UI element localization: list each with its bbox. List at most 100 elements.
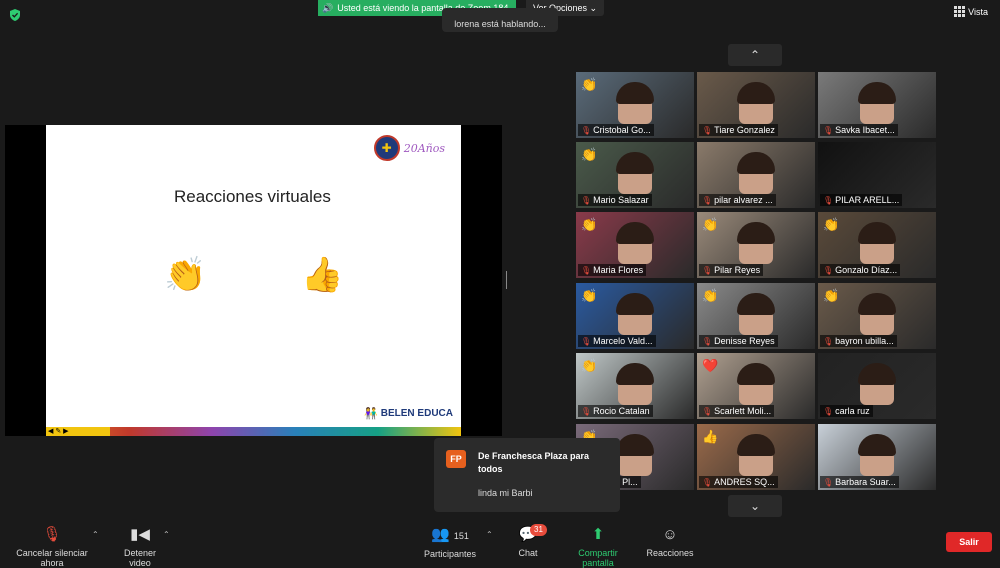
muted-mic-icon: 🎙 (702, 477, 713, 487)
muted-mic-icon: 🎙 (823, 195, 834, 205)
view-label: Vista (968, 6, 988, 17)
muted-mic-icon: 🎙 (581, 125, 592, 135)
muted-mic-icon: 🎙 (823, 406, 834, 416)
clap-reaction-icon: 👏 (702, 217, 719, 232)
participant-name: Gonzalo Díaz... (835, 265, 898, 275)
participant-tile[interactable]: 👏 🎙 Denisse Reyes (697, 283, 815, 349)
participant-name: Savka Ibacet... (835, 125, 895, 135)
participant-video (737, 434, 775, 476)
participants-count: 151 (453, 531, 469, 541)
participant-name-label: 🎙 carla ruz (820, 405, 873, 417)
participants-icon: 👥 151 (431, 526, 469, 543)
participant-name: Maria Flores (593, 265, 644, 275)
participant-name: carla ruz (835, 406, 870, 416)
clap-reaction-icon: 👏 (581, 358, 598, 373)
participant-video (858, 363, 896, 405)
participant-name: Tiare Gonzalez (714, 125, 775, 135)
participant-tile[interactable]: 🎙 Barbara Suar... (818, 424, 936, 490)
participant-name-label: 🎙 Mario Salazar (578, 194, 652, 206)
split-divider[interactable] (505, 271, 509, 289)
school-logo: ✚ 20Años (373, 135, 445, 161)
meeting-controls: 🎙 Cancelar silenciar ahora ⌃ ▮◀ Detener … (0, 520, 1000, 568)
participant-name-label: 🎙 PILAR ARELL... (820, 194, 903, 206)
participant-name-label: 🎙 Denisse Reyes (699, 335, 778, 347)
participant-tile[interactable]: 👏 🎙 Gonzalo Díaz... (818, 212, 936, 278)
participant-tile[interactable]: 👏 🎙 Pilar Reyes (697, 212, 815, 278)
presentation-slide: ✚ 20Años Reacciones virtuales 👏 👍 👫 BELE… (46, 125, 461, 436)
clapping-hands-icon: 👏 (164, 256, 207, 294)
muted-mic-icon: 🎙 (702, 125, 713, 135)
participant-name: Marcelo Vald... (593, 336, 653, 346)
participant-tile[interactable]: 🎙 Savka Ibacet... (818, 72, 936, 138)
unmute-label: Cancelar silenciar ahora (16, 548, 88, 568)
participant-name: Scarlett Moli... (714, 406, 772, 416)
muted-mic-icon: 🎙 (823, 336, 834, 346)
participant-tile[interactable]: 👏 🎙 Rocio Catalan (576, 353, 694, 419)
reactions-label: Reacciones (646, 548, 694, 558)
participants-label: Participantes (424, 549, 477, 559)
participant-name: bayron ubilla... (835, 336, 894, 346)
participant-video (858, 82, 896, 124)
speaking-text: lorena está hablando... (454, 19, 546, 29)
audio-options-caret[interactable]: ⌃ (92, 530, 99, 539)
active-speaker-indicator: lorena está hablando... (442, 8, 558, 32)
participant-video (737, 222, 775, 264)
participant-tile[interactable]: 👏 🎙 Cristobal Go... (576, 72, 694, 138)
participants-button[interactable]: 👥 151 Participantes (424, 526, 476, 559)
security-shield-icon[interactable] (8, 8, 22, 22)
share-screen-label: Compartir pantalla (578, 548, 618, 568)
participant-tile[interactable]: 👍 🎙 ANDRES SQ... (697, 424, 815, 490)
smiley-plus-icon: ☺ (662, 526, 678, 543)
gallery-next-button[interactable]: ⌄ (728, 495, 782, 517)
muted-mic-icon: 🎙 (581, 195, 592, 205)
reactions-button[interactable]: ☺ Reacciones (646, 526, 694, 558)
participant-tile[interactable]: 👏 🎙 bayron ubilla... (818, 283, 936, 349)
participant-tile[interactable]: ❤️ 🎙 Scarlett Moli... (697, 353, 815, 419)
gallery-prev-button[interactable]: ⌃ (728, 44, 782, 66)
participant-name: Mario Salazar (593, 195, 649, 205)
school-name: BELEN EDUCA (380, 408, 453, 419)
participant-name-label: 🎙 Rocio Catalan (578, 405, 653, 417)
participant-name-label: 🎙 Tiare Gonzalez (699, 124, 778, 136)
muted-mic-icon: 🎙 (581, 336, 592, 346)
video-camera-icon: ▮◀ (130, 526, 150, 543)
muted-mic-icon: 🎙 (42, 526, 62, 543)
leave-button[interactable]: Salir (946, 532, 992, 552)
chevron-down-icon: ⌄ (589, 3, 598, 13)
clap-reaction-icon: 👏 (702, 288, 719, 303)
participant-video (616, 222, 654, 264)
thumbs-up-icon: 👍 (301, 256, 344, 294)
muted-mic-icon: 🎙 (823, 265, 834, 275)
participants-options-caret[interactable]: ⌃ (486, 530, 493, 539)
clap-reaction-icon: 👏 (581, 147, 598, 162)
clap-reaction-icon: 👏 (581, 77, 598, 92)
anniversary-logo: 20Años (403, 141, 445, 155)
participant-tile[interactable]: 👏 🎙 Marcelo Vald... (576, 283, 694, 349)
participant-video (616, 82, 654, 124)
participant-name-label: 🎙 Gonzalo Díaz... (820, 264, 901, 276)
participant-tile[interactable]: 🎙 Tiare Gonzalez (697, 72, 815, 138)
participant-tile[interactable]: 🎙 pilar alvarez ... (697, 142, 815, 208)
stop-video-label: Detener video (123, 548, 157, 568)
view-button[interactable]: Vista (954, 6, 988, 17)
participant-video (858, 222, 896, 264)
participant-name-label: 🎙 Barbara Suar... (820, 476, 899, 488)
participant-tile[interactable]: 🎙 carla ruz (818, 353, 936, 419)
slide-toolbar[interactable]: ◀ ✎ ▶ (46, 427, 110, 436)
chat-sender: De Franchesca Plaza para todos (478, 451, 590, 474)
participant-name-label: 🎙 Pilar Reyes (699, 264, 764, 276)
participant-name-label: 🎙 bayron ubilla... (820, 335, 897, 347)
participant-name: Rocio Catalan (593, 406, 650, 416)
participant-tile[interactable]: 👏 🎙 Maria Flores (576, 212, 694, 278)
grid-icon (954, 6, 966, 17)
participant-video (737, 363, 775, 405)
participant-tile[interactable]: 👏 🎙 Mario Salazar (576, 142, 694, 208)
muted-mic-icon: 🎙 (702, 195, 713, 205)
chat-message: linda mi Barbi (478, 488, 533, 498)
video-options-caret[interactable]: ⌃ (163, 530, 170, 539)
participant-name-label: 🎙 Marcelo Vald... (578, 335, 656, 347)
people-logo-icon: 👫 (364, 408, 378, 420)
chat-notification[interactable]: FP De Franchesca Plaza para todos linda … (434, 438, 620, 512)
participant-tile[interactable]: 🎙 PILAR ARELL... (818, 142, 936, 208)
slide-title: Reacciones virtuales (174, 187, 331, 206)
